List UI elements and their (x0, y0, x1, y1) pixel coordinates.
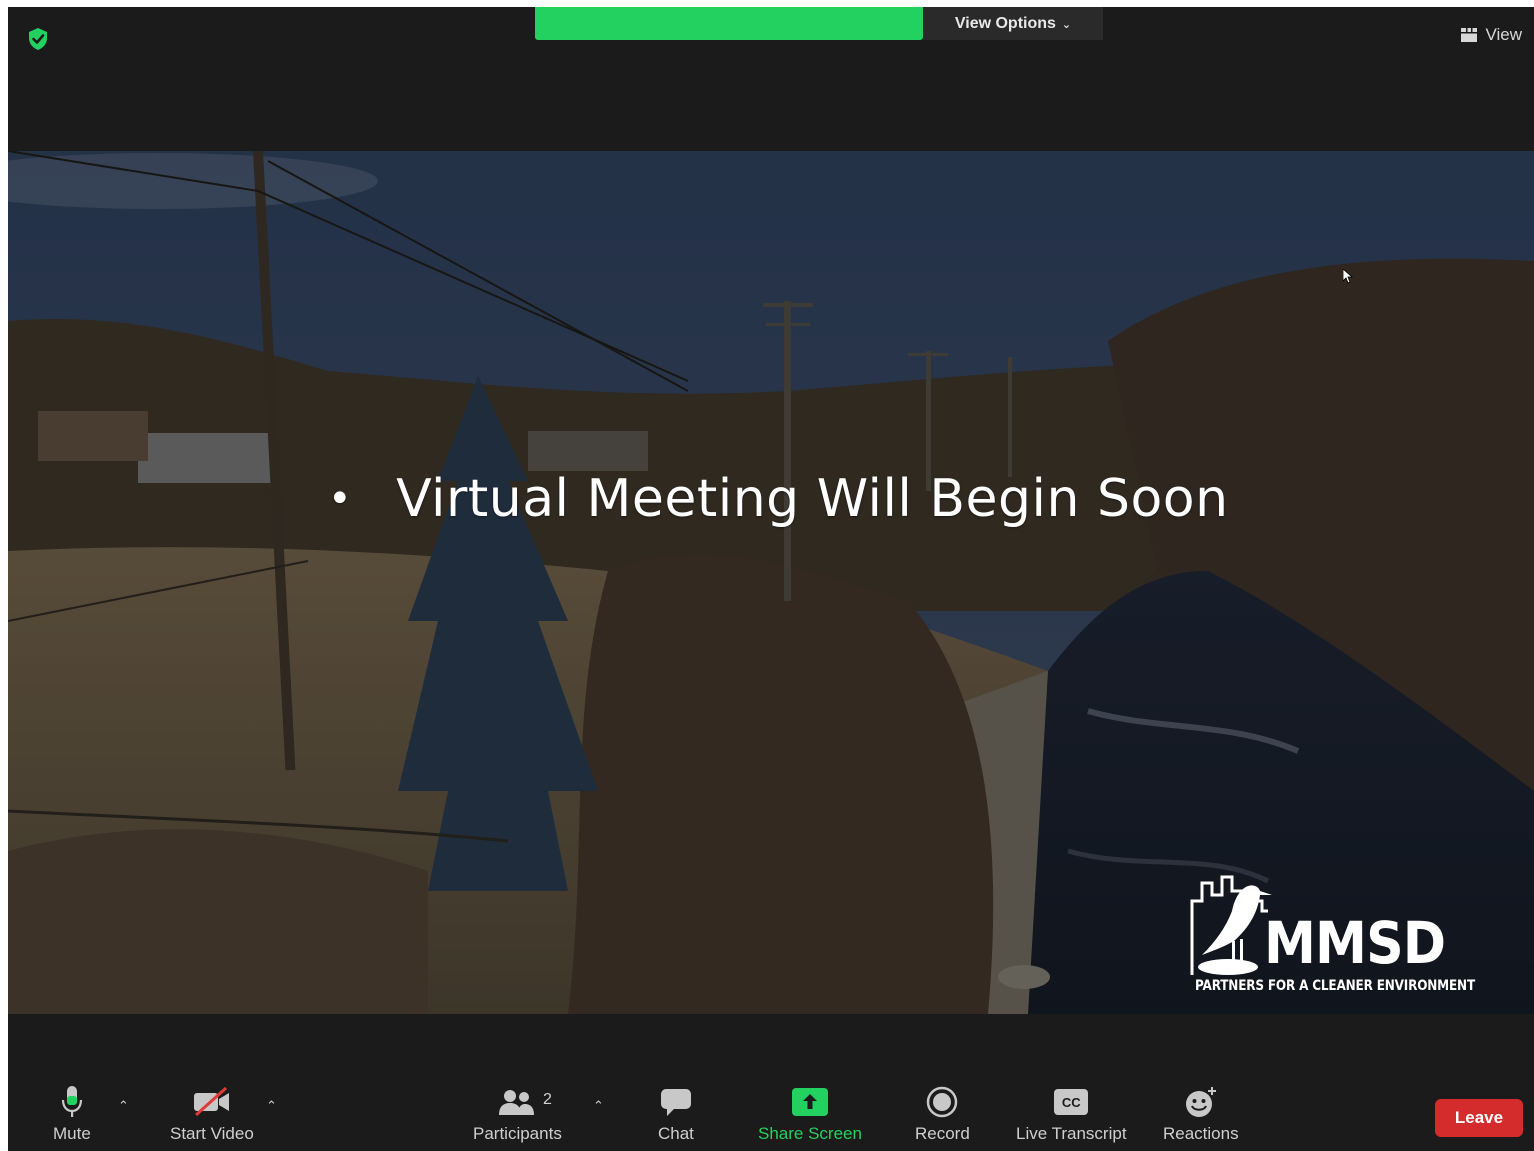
zoom-window: View Options ⌄ View • Virtual Meeting Wi… (8, 7, 1534, 1151)
participants-count: 2 (543, 1091, 552, 1108)
video-off-icon (193, 1087, 229, 1117)
chat-bubble-icon (660, 1089, 691, 1116)
mute-label: Mute (53, 1124, 91, 1143)
view-label: View (1485, 25, 1522, 44)
chevron-down-icon: ⌄ (1061, 19, 1072, 31)
record-icon (927, 1086, 958, 1118)
logo-tagline: PARTNERS FOR A CLEANER ENVIRONMENT (1195, 978, 1475, 994)
reactions-button[interactable]: Reactions (1163, 1084, 1239, 1144)
view-options-label: View Options (954, 14, 1056, 32)
participants-icon (499, 1090, 535, 1115)
video-options-caret-icon[interactable]: ⌃ (266, 1098, 277, 1114)
start-video-label: Start Video (170, 1124, 254, 1143)
mmsd-logo: MMSD PARTNERS FOR A CLEANER ENVIRONMENT (1188, 871, 1475, 1001)
participants-options-caret-icon[interactable]: ⌃ (593, 1098, 604, 1114)
view-options-button[interactable]: View Options ⌄ (923, 7, 1103, 40)
leave-button[interactable]: Leave (1435, 1099, 1523, 1137)
chat-button[interactable]: Chat (658, 1084, 694, 1144)
mouse-cursor-icon (1343, 269, 1353, 284)
microphone-icon (61, 1086, 82, 1117)
share-screen-icon (791, 1088, 828, 1116)
live-transcript-label: Live Transcript (1016, 1124, 1127, 1143)
share-screen-button[interactable]: Share Screen (758, 1084, 862, 1144)
emoji-reaction-icon (1185, 1087, 1216, 1117)
screen-share-banner[interactable] (535, 7, 923, 40)
mute-options-caret-icon[interactable]: ⌃ (118, 1098, 129, 1114)
participants-label: Participants (473, 1124, 562, 1143)
view-button[interactable]: View (1461, 25, 1522, 45)
share-screen-label: Share Screen (758, 1124, 862, 1143)
start-video-button[interactable]: Start Video (170, 1084, 254, 1144)
cc-glyph: CC (1061, 1094, 1081, 1110)
leave-label: Leave (1454, 1108, 1504, 1127)
chat-label: Chat (658, 1124, 694, 1143)
record-label: Record (915, 1124, 970, 1143)
record-button[interactable]: Record (915, 1084, 970, 1144)
slide-headline: • Virtual Meeting Will Begin Soon (328, 469, 1229, 529)
shield-check-icon[interactable] (27, 27, 49, 51)
logo-name: MMSD (1264, 909, 1446, 977)
headline-text: Virtual Meeting Will Begin Soon (396, 469, 1229, 529)
closed-captions-icon: CC (1054, 1089, 1089, 1115)
reactions-label: Reactions (1163, 1124, 1239, 1143)
meeting-toolbar: Mute ⌃ Start Video ⌃ Participants 2 ⌃ Ch… (8, 1014, 1534, 1151)
gallery-grid-icon (1461, 28, 1478, 42)
bullet-point: • (328, 476, 353, 522)
shared-screen-slide: • Virtual Meeting Will Begin Soon MMSD P… (8, 151, 1534, 1014)
live-transcript-button[interactable]: CC Live Transcript (1016, 1084, 1127, 1144)
mute-button[interactable]: Mute (53, 1084, 91, 1144)
